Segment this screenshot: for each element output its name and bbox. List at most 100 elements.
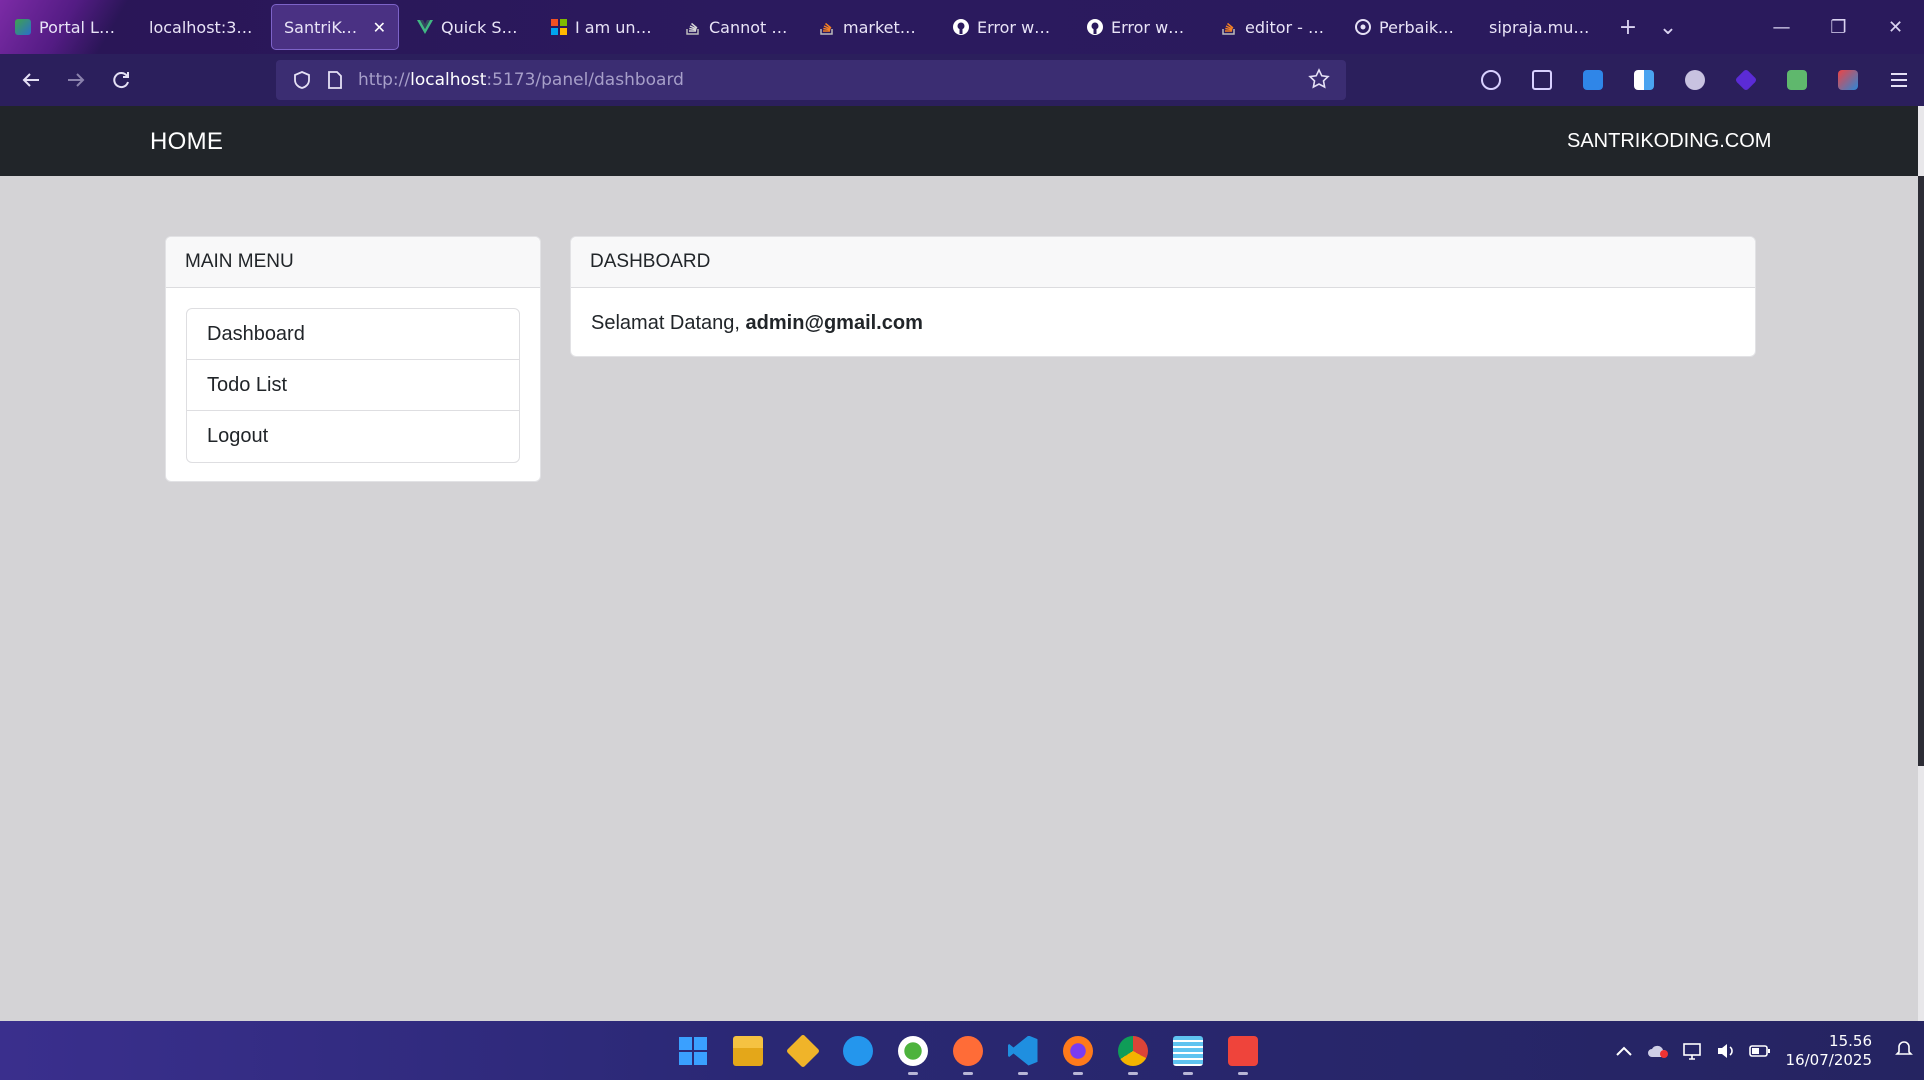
github-icon: [1087, 19, 1103, 35]
account-icon: [1480, 70, 1501, 90]
notes-extension-button[interactable]: [1618, 70, 1669, 90]
tab-santrikoding[interactable]: SantriKoding ✕: [271, 4, 399, 50]
app-menu-button[interactable]: [1873, 71, 1924, 89]
reload-button[interactable]: [98, 58, 143, 102]
user-email: admin@gmail.com: [745, 312, 923, 334]
taskbar-firefox[interactable]: [1050, 1021, 1105, 1080]
cloud-icon: [1648, 1045, 1668, 1058]
tab-label: I am unable: [575, 17, 655, 37]
globe-extension-button[interactable]: [1669, 70, 1720, 90]
forward-button[interactable]: [53, 58, 98, 102]
browser-toolbar: http://localhost:5173/panel/dashboard: [0, 54, 1924, 106]
volume-button[interactable]: [1709, 1042, 1743, 1060]
taskbar-chrome[interactable]: [1105, 1021, 1160, 1080]
tray-overflow-button[interactable]: [1607, 1046, 1641, 1056]
globe-icon: [1684, 70, 1705, 90]
tab-quick-start[interactable]: Quick Start |: [405, 4, 533, 50]
extensions-bar: [1465, 54, 1924, 106]
close-icon[interactable]: ✕: [373, 18, 386, 37]
taskbar-docker[interactable]: [830, 1021, 885, 1080]
notifications-button[interactable]: [1884, 1039, 1924, 1062]
clock[interactable]: 15.56 16/07/2025: [1777, 1032, 1872, 1070]
home-link[interactable]: HOME: [150, 128, 223, 156]
arrow-left-icon: [22, 73, 39, 87]
taskbar-git-client[interactable]: [775, 1021, 830, 1080]
minimize-button[interactable]: —: [1753, 0, 1810, 54]
page-icon[interactable]: [326, 70, 344, 90]
tab-error-while-2[interactable]: Error while l: [1075, 4, 1203, 50]
onedrive-button[interactable]: [1641, 1044, 1675, 1058]
proton-extension-button[interactable]: [1720, 68, 1771, 92]
openai-icon: [1355, 19, 1371, 35]
extensions-button[interactable]: [1516, 70, 1567, 90]
tab-label: Quick Start |: [441, 17, 521, 37]
main-menu-body: Dashboard Todo List Logout: [166, 288, 540, 483]
clock-time: 15.56: [1829, 1031, 1872, 1050]
menu-item-logout[interactable]: Logout: [187, 411, 519, 462]
back-button[interactable]: [8, 58, 53, 102]
scrollbar-thumb[interactable]: [1918, 176, 1924, 766]
tab-editor-vs-code[interactable]: editor - vs c: [1209, 4, 1337, 50]
battery-icon: [1749, 1044, 1770, 1057]
url-text[interactable]: http://localhost:5173/panel/dashboard: [358, 70, 684, 90]
chrome-icon: [1117, 1035, 1148, 1066]
fi-extension-button[interactable]: [1567, 70, 1618, 90]
account-extension-button[interactable]: [1465, 70, 1516, 90]
taskbar-vscode[interactable]: [995, 1021, 1050, 1080]
shield-icon[interactable]: [292, 70, 312, 90]
tab-cannot-install[interactable]: Cannot insta: [673, 4, 801, 50]
tab-portal-layanan[interactable]: Portal Layan: [3, 4, 131, 50]
taskbar-anydesk[interactable]: [1215, 1021, 1270, 1080]
app-navbar: HOME SANTRIKODING.COM: [0, 106, 1924, 176]
anydesk-icon: [1227, 1035, 1258, 1066]
notepad-icon: [1172, 1035, 1203, 1066]
site-link[interactable]: SANTRIKODING.COM: [1567, 130, 1771, 153]
windows-icon: [678, 1036, 707, 1065]
tab-label: editor - vs c: [1245, 17, 1325, 37]
taskbar-mongodb[interactable]: [885, 1021, 940, 1080]
tab-label: Error while l: [1111, 17, 1191, 37]
fi-icon: [1582, 70, 1603, 90]
tab-i-am-unable[interactable]: I am unable: [539, 4, 667, 50]
running-indicator: [1127, 1072, 1138, 1075]
taskbar-postman[interactable]: [940, 1021, 995, 1080]
tab-list-button[interactable]: ⌄: [1648, 15, 1688, 40]
tab-perbaikan[interactable]: Perbaikan K: [1343, 4, 1471, 50]
tab-marketplace[interactable]: marketplace: [807, 4, 935, 50]
restore-button[interactable]: ❐: [1810, 0, 1867, 54]
battery-button[interactable]: [1743, 1044, 1777, 1058]
start-button[interactable]: [665, 1021, 720, 1080]
address-bar[interactable]: http://localhost:5173/panel/dashboard: [276, 60, 1346, 100]
taskbar: 15.56 16/07/2025: [0, 1021, 1924, 1080]
firefox-icon: [1062, 1035, 1093, 1066]
tab-list: Portal Layan localhost:3333/ SantriKodin…: [0, 0, 1688, 54]
taskbar-file-explorer[interactable]: [720, 1021, 775, 1080]
main-menu-title: MAIN MENU: [166, 237, 540, 288]
proton-icon: [1734, 68, 1757, 92]
menu-item-todo-list[interactable]: Todo List: [187, 360, 519, 411]
taskbar-notepad[interactable]: [1160, 1021, 1215, 1080]
menu-item-dashboard[interactable]: Dashboard: [187, 309, 519, 360]
sheet-extension-button[interactable]: [1771, 70, 1822, 90]
taskbar-apps: [665, 1021, 1270, 1080]
stackoverflow-icon: [820, 22, 833, 35]
star-icon[interactable]: [1308, 68, 1330, 90]
arrow-right-icon: [67, 73, 84, 87]
menu-list: Dashboard Todo List Logout: [186, 308, 520, 463]
tab-error-while-1[interactable]: Error while f: [941, 4, 1069, 50]
clock-date: 16/07/2025: [1785, 1050, 1872, 1069]
running-indicator: [1072, 1072, 1083, 1075]
microsoft-icon: [551, 19, 567, 35]
browser-tab-strip: Portal Layan localhost:3333/ SantriKodin…: [0, 0, 1924, 54]
tab-label: Cannot insta: [709, 17, 789, 37]
tab-sipraja[interactable]: sipraja.mubakab: [1477, 4, 1605, 50]
tab-label: Error while f: [977, 17, 1057, 37]
vscode-extension-button[interactable]: [1822, 70, 1873, 90]
tab-localhost-3333[interactable]: localhost:3333/: [137, 4, 265, 50]
close-window-button[interactable]: ✕: [1867, 0, 1924, 54]
speaker-icon: [1718, 1043, 1733, 1058]
network-button[interactable]: [1675, 1042, 1709, 1060]
new-tab-button[interactable]: +: [1608, 15, 1648, 40]
welcome-message: Selamat Datang, admin@gmail.com: [591, 304, 1735, 335]
system-tray: 15.56 16/07/2025: [1607, 1021, 1924, 1080]
